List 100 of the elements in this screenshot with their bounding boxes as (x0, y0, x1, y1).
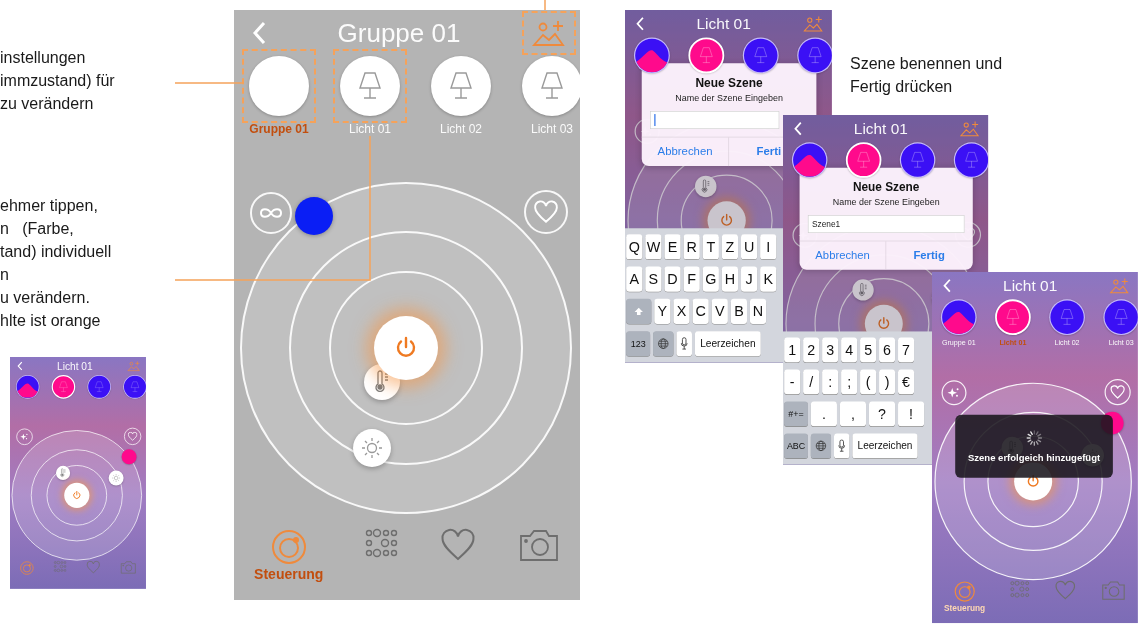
color-temperature-button[interactable] (56, 465, 71, 480)
tab-button[interactable] (363, 528, 398, 558)
group-button[interactable] (15, 375, 40, 399)
dialog-button[interactable]: Ferti (756, 137, 782, 167)
lamp-button[interactable] (1103, 299, 1138, 336)
keyboard-key[interactable]: 6 (879, 337, 896, 363)
keyboard-key[interactable]: Z (721, 234, 738, 260)
back-icon[interactable] (942, 278, 952, 293)
keyboard-key[interactable]: Q (626, 234, 643, 260)
keyboard-key[interactable]: ( (860, 369, 877, 395)
lamp-button[interactable] (797, 37, 832, 74)
keyboard-key[interactable]: 2 (803, 337, 820, 363)
keyboard-key[interactable]: J (741, 266, 758, 292)
color-temperature-button[interactable] (694, 175, 717, 198)
annotation-text: Szene benennen und Fertig drücken (850, 54, 1003, 97)
keyboard-key[interactable]: 123 (626, 331, 651, 357)
keyboard-key[interactable]: R (683, 234, 700, 260)
keyboard-key[interactable]: € (898, 369, 915, 395)
keyboard-key[interactable]: - (784, 369, 801, 395)
keyboard-key[interactable]: 1 (784, 337, 801, 363)
lamp-button[interactable] (51, 375, 76, 399)
brightness-button[interactable] (353, 429, 391, 467)
dialog-button[interactable]: Abbrechen (799, 241, 887, 270)
keyboard-key[interactable]: F (683, 266, 700, 292)
input-field[interactable]: Szene1 (807, 215, 965, 233)
back-icon[interactable] (635, 16, 645, 31)
keyboard-key[interactable]: U (741, 234, 758, 260)
lamp-button[interactable] (845, 142, 882, 178)
input-field[interactable] (650, 111, 780, 129)
keyboard-key[interactable]: ABC (784, 433, 808, 459)
dialog-button[interactable]: Fertig (913, 241, 945, 270)
color-picker-handle[interactable] (295, 197, 333, 235)
tab-button[interactable] (517, 528, 560, 562)
lamp-button[interactable] (742, 37, 779, 74)
favorite-button[interactable] (1104, 379, 1131, 406)
keyboard-key[interactable]: G (702, 266, 719, 292)
lamp-button[interactable] (995, 299, 1031, 336)
keyboard-key[interactable]: Leerzeichen (694, 331, 761, 357)
lamp-button[interactable] (1049, 299, 1085, 336)
thermometer-icon (374, 370, 390, 394)
color-temperature-button[interactable] (852, 279, 874, 301)
lamp-icon (448, 71, 474, 101)
keyboard-key[interactable]: #+= (784, 401, 808, 427)
action-button[interactable] (250, 192, 292, 234)
keyboard-key[interactable]: 5 (860, 337, 877, 363)
keyboard-key[interactable]: V (711, 298, 728, 324)
annotation-text: instellungen immzustand) für zu verändern (0, 48, 115, 114)
keyboard-key[interactable]: E (664, 234, 681, 260)
keyboard-key[interactable] (834, 433, 850, 459)
keyboard-key[interactable]: ! (898, 401, 925, 427)
keyboard-key[interactable]: Y (654, 298, 671, 324)
dialog-button[interactable]: Abbrechen (641, 137, 730, 167)
dialog-title: Neue Szene (852, 180, 920, 195)
dialog-message: Name der Szene Eingeben (832, 196, 940, 207)
keyboard-key[interactable]: N (750, 298, 767, 324)
keyboard-key[interactable]: X (673, 298, 690, 324)
back-icon[interactable] (793, 121, 802, 136)
keyboard-key[interactable]: . (810, 401, 837, 427)
power-icon (877, 316, 891, 331)
keyboard-key[interactable]: B (730, 298, 747, 324)
keyboard-key[interactable]: ? (869, 401, 896, 427)
keyboard-key[interactable]: T (702, 234, 719, 260)
keyboard-key[interactable]: , (839, 401, 866, 427)
group-button[interactable] (791, 142, 828, 178)
screen-title: Licht 01 (695, 14, 752, 33)
keyboard-key[interactable]: I (760, 234, 777, 260)
keyboard-key[interactable]: K (760, 266, 777, 292)
lamp-button[interactable] (87, 375, 111, 399)
keyboard-key[interactable]: A (626, 266, 643, 292)
keyboard-key[interactable]: 3 (822, 337, 839, 363)
brightness-button[interactable] (108, 470, 124, 486)
lamp-button[interactable] (899, 142, 936, 178)
leader-line (544, 0, 546, 11)
keyboard-key[interactable]: : (822, 369, 839, 395)
keyboard-key[interactable]: C (692, 298, 709, 324)
camera-icon (517, 528, 560, 562)
lamp-button[interactable] (688, 37, 725, 74)
keyboard-key[interactable]: 7 (898, 337, 915, 363)
keyboard-key[interactable]: W (645, 234, 662, 260)
keyboard-key[interactable]: D (664, 266, 681, 292)
spinner-icon (1025, 429, 1043, 447)
group-button[interactable] (940, 299, 977, 336)
keyboard-key[interactable]: S (645, 266, 662, 292)
keyboard-key[interactable]: 4 (841, 337, 858, 363)
keyboard-key[interactable]: H (721, 266, 738, 292)
dialog-message: Name der Szene Eingeben (675, 92, 783, 103)
keyboard-key[interactable]: ; (841, 369, 858, 395)
dots-grid-icon (363, 528, 398, 558)
keyboard-key[interactable] (676, 331, 692, 357)
keyboard-key[interactable]: / (803, 369, 820, 395)
lamp-label: Licht 02 (440, 122, 482, 136)
group-button[interactable] (633, 37, 670, 74)
lamp-button[interactable] (953, 142, 989, 178)
color-picker-handle[interactable] (121, 449, 137, 465)
keyboard-key[interactable]: Leerzeichen (852, 433, 918, 459)
keyboard-key[interactable] (810, 433, 832, 459)
keyboard-key[interactable] (653, 331, 674, 357)
favorite-button[interactable] (524, 190, 568, 234)
lamp-button[interactable] (123, 375, 146, 399)
keyboard-key[interactable]: ) (879, 369, 896, 395)
